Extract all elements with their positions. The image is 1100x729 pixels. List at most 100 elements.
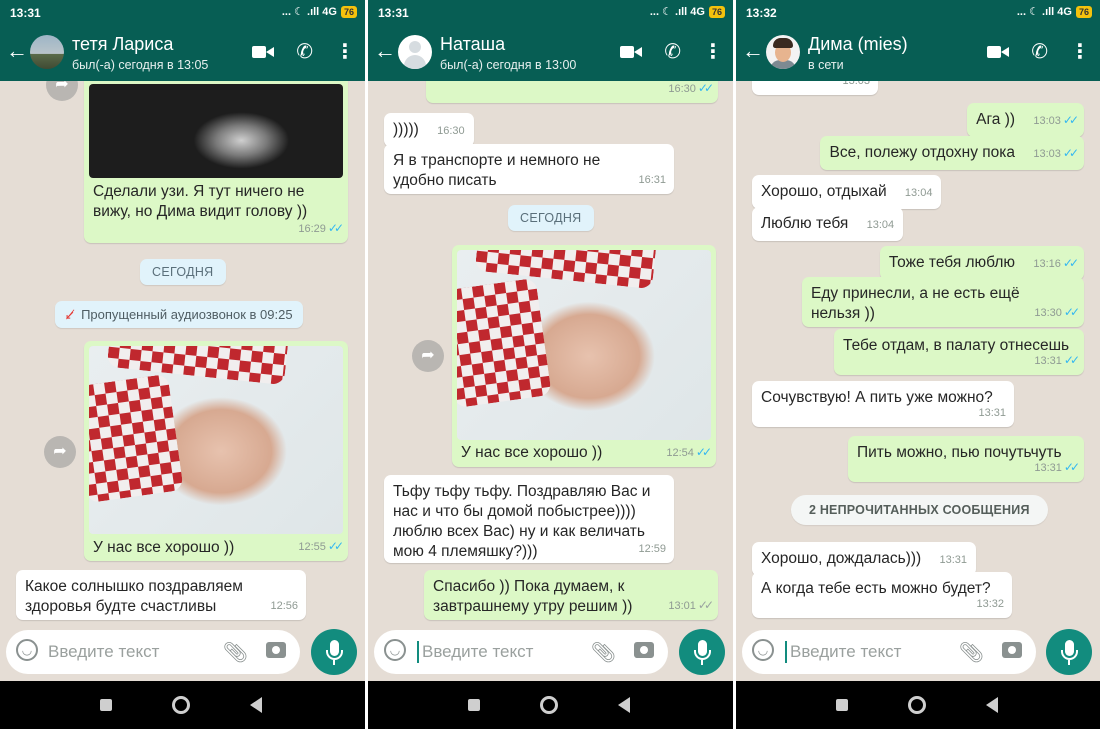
message-outgoing[interactable]: Ага )) 13:03 ✓✓ [967,103,1084,137]
nav-home-icon[interactable] [172,696,190,714]
video-call-icon[interactable] [987,45,1010,59]
message-outgoing[interactable]: Все, полежу отдохну пока 13:03 ✓✓ [820,136,1084,170]
contact-online-status: в сети [808,58,844,72]
mic-icon-stand [326,650,343,660]
read-ticks-icon: ✓✓ [695,445,712,459]
message-incoming[interactable]: Я в транспорте и немного не удобно писат… [384,144,674,194]
video-call-icon[interactable] [252,45,275,59]
message-outgoing[interactable]: Тебе отдам, в палату отнесешь 13:31 ✓✓ [834,329,1084,375]
message-incoming[interactable]: ))))) 16:30 [384,113,474,147]
contact-avatar[interactable] [766,35,800,69]
chat-panel-dima: 13:32 ... ☾ .ıll 4G 76 ← Дима (mies) в с… [736,0,1100,729]
message-text: ))))) [393,121,419,138]
message-incoming[interactable]: Тьфу тьфу тьфу. Поздравляю Вас и нас и ч… [384,475,674,563]
message-outgoing[interactable]: Тоже тебя люблю 13:16 ✓✓ [879,246,1084,280]
newborn-photo[interactable] [457,250,711,440]
message-time: 12:54 [666,447,694,459]
forward-icon[interactable]: ➦ [46,81,78,101]
message-incoming[interactable]: Какое солнышко поздравляем здоровья будт… [16,570,306,620]
status-bar: 13:32 ... ☾ .ıll 4G 76 [736,0,1100,25]
voice-call-icon[interactable]: ✆ [1031,41,1048,63]
nav-back-icon[interactable] [618,697,630,713]
contact-name[interactable]: Наташа [440,34,505,55]
mic-button[interactable] [679,629,725,675]
camera-icon[interactable] [266,642,286,658]
nav-recents-icon[interactable] [100,699,112,711]
camera-icon[interactable] [634,642,654,658]
attach-icon[interactable]: 📎︎ [591,640,616,665]
message-incoming[interactable]: Сочувствую! А пить уже можно? 13:31 [752,381,1014,427]
camera-icon[interactable] [1002,642,1022,658]
message-outgoing-image[interactable]: У нас все хорошо )) 12:55 ✓✓ [84,341,348,561]
contact-avatar[interactable] [30,35,64,69]
message-time: 16:30 [437,125,465,137]
contact-last-seen: был(-а) сегодня в 13:00 [440,58,577,72]
nav-home-icon[interactable] [540,696,558,714]
read-ticks-icon: ✓✓ [1062,256,1079,270]
read-ticks-icon: ✓✓ [327,221,344,235]
nav-back-icon[interactable] [250,697,262,713]
mic-button[interactable] [311,629,357,675]
message-list[interactable]: ➦ Сделали узи. Я тут ничего не вижу, но … [0,81,365,623]
contact-name[interactable]: Дима (mies) [808,34,908,55]
read-ticks-icon: ✓✓ [1062,146,1079,160]
voice-call-icon[interactable]: ✆ [664,41,681,63]
forward-icon[interactable]: ➦ [44,436,76,468]
emoji-icon[interactable]: ◡ [752,639,774,661]
message-text: Все, полежу отдохну пока [829,144,1016,161]
ultrasound-photo[interactable] [89,84,343,178]
contact-avatar[interactable] [398,35,432,69]
message-incoming[interactable]: Люблю тебя 13:04 [752,207,904,241]
message-text: Еду принесли, а не есть ещё нельзя )) [811,285,1020,322]
forward-icon[interactable]: ➦ [412,340,444,372]
battery-icon: 76 [1075,5,1092,18]
clock: 13:31 [10,6,41,20]
attach-icon[interactable]: 📎︎ [223,640,248,665]
mic-button[interactable] [1046,629,1092,675]
newborn-photo[interactable] [89,346,343,534]
message-list[interactable]: 16:30 ✓✓ ))))) 16:30 Я в транспорте и нем… [368,81,733,623]
more-options-icon[interactable]: ⋮ [703,41,723,63]
message-outgoing-image[interactable]: Сделали узи. Я тут ничего не вижу, но Ди… [84,81,348,243]
status-indicators: ... ☾ .ıll 4G [1016,6,1072,18]
attach-icon[interactable]: 📎︎ [959,640,984,665]
back-arrow-icon[interactable]: ← [374,40,396,62]
contact-name[interactable]: тетя Лариса [72,34,173,55]
message-outgoing[interactable]: Пить можно, пью почутьчуть 13:31 ✓✓ [848,436,1084,482]
message-meta: 13:01 ✓✓ [668,595,714,616]
back-arrow-icon[interactable]: ← [6,40,28,62]
voice-call-icon[interactable]: ✆ [296,41,313,63]
nav-home-icon[interactable] [908,696,926,714]
message-text: Люблю тебя [761,215,849,232]
video-call-icon[interactable] [620,45,643,59]
nav-recents-icon[interactable] [468,699,480,711]
message-incoming[interactable]: Хорошо, дождалась))) 13:31 [752,542,977,576]
message-text: У нас все хорошо )) [93,539,235,556]
message-input[interactable]: Введите текст [790,642,901,662]
message-outgoing[interactable]: Еду принесли, а не есть ещё нельзя )) 13… [802,277,1084,327]
message-input[interactable]: Введите текст [48,642,159,662]
read-ticks-icon: ✓✓ [697,81,714,95]
more-options-icon[interactable]: ⋮ [335,41,355,63]
back-arrow-icon[interactable]: ← [742,40,764,62]
contact-last-seen: был(-а) сегодня в 13:05 [72,58,209,72]
message-text: Я в транспорте и немного не удобно писат… [393,152,601,189]
nav-back-icon[interactable] [986,697,998,713]
emoji-icon[interactable]: ◡ [16,639,38,661]
chat-panel-natasha: 13:31 ... ☾ .ıll 4G 76 ← Наташа был(-а) … [368,0,733,729]
message-incoming[interactable]: Хорошо, отдыхай 13:04 [752,175,942,209]
message-text: А когда тебе есть можно будет? [761,580,991,597]
emoji-icon[interactable]: ◡ [384,639,406,661]
message-outgoing-image[interactable]: У нас все хорошо )) 12:54 ✓✓ [452,245,716,467]
message-outgoing[interactable]: Спасибо )) Пока думаем, к завтрашнему ут… [424,570,718,620]
message-incoming[interactable]: 13:03 [752,81,878,95]
status-icons: ... ☾ .ıll 4G 76 [1017,5,1092,18]
message-input[interactable]: Введите текст [422,642,533,662]
header-actions: ✆ ⋮ [987,41,1090,63]
clock: 13:32 [746,6,777,20]
message-incoming[interactable]: А когда тебе есть можно будет? 13:32 [752,572,1012,618]
message-outgoing[interactable]: 16:30 ✓✓ [426,81,718,103]
more-options-icon[interactable]: ⋮ [1070,41,1090,63]
nav-recents-icon[interactable] [836,699,848,711]
message-list[interactable]: 13:03 Ага )) 13:03 ✓✓ Все, полежу отдохну… [736,81,1100,623]
